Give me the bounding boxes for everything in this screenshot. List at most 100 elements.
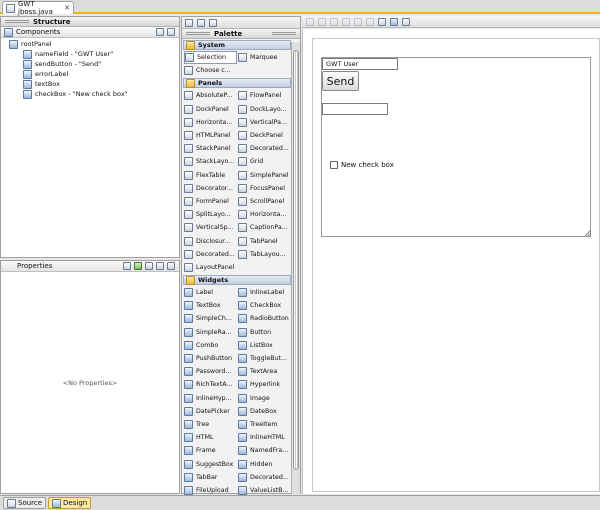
palette-item-radiobutton[interactable]: RadioButton bbox=[238, 312, 291, 325]
palette-item-image[interactable]: Image bbox=[238, 392, 291, 405]
palette-item-layoutpanel[interactable]: LayoutPanel bbox=[184, 261, 237, 274]
palette-item-simplera[interactable]: SimpleRa... bbox=[184, 326, 237, 339]
palette-item-horizonta[interactable]: Horizonta... bbox=[238, 208, 291, 221]
delete-icon[interactable] bbox=[366, 17, 374, 26]
editor-tab[interactable]: GWT jboss.java ✕ bbox=[2, 0, 74, 16]
palette-category-system[interactable]: System bbox=[183, 40, 291, 50]
palette-item-disclosur[interactable]: Disclosur... bbox=[184, 234, 237, 247]
cut-icon[interactable] bbox=[330, 17, 338, 26]
grip-icon[interactable] bbox=[5, 20, 29, 23]
palette-item-tree[interactable]: Tree bbox=[184, 418, 237, 431]
palette-item-dockpanel[interactable]: DockPanel bbox=[184, 103, 237, 116]
refresh-icon[interactable] bbox=[209, 18, 217, 27]
text-box[interactable] bbox=[322, 103, 388, 115]
palette-item-inlinehyp[interactable]: InlineHyp... bbox=[184, 392, 237, 405]
palette-item-frame[interactable]: Frame bbox=[184, 444, 237, 457]
palette-item-listbox[interactable]: ListBox bbox=[238, 339, 291, 352]
palette-item-grid[interactable]: Grid bbox=[238, 155, 291, 168]
palette-item-decorated[interactable]: Decorated... bbox=[238, 142, 291, 155]
palette-item-verticalpa[interactable]: VerticalPa... bbox=[238, 116, 291, 129]
palette-item-datepicker[interactable]: DatePicker bbox=[184, 405, 237, 418]
palette-item-formpanel[interactable]: FormPanel bbox=[184, 195, 237, 208]
grip-icon[interactable] bbox=[272, 32, 296, 35]
undo-icon[interactable] bbox=[306, 17, 314, 26]
palette-item-button[interactable]: Button bbox=[238, 326, 291, 339]
preview-icon[interactable] bbox=[402, 17, 410, 26]
palette-item-decorator[interactable]: Decorator... bbox=[184, 182, 237, 195]
remove-icon[interactable] bbox=[145, 262, 153, 270]
palette-item-simplech[interactable]: SimpleCh... bbox=[184, 312, 237, 325]
palette-item-htmlpanel[interactable]: HTMLPanel bbox=[184, 129, 237, 142]
palette-item-verticalsp[interactable]: VerticalSp... bbox=[184, 221, 237, 234]
palette-item-inlinehtml[interactable]: InlineHTML bbox=[238, 431, 291, 444]
send-button[interactable]: Send bbox=[322, 71, 359, 91]
palette-item-tabpanel[interactable]: TabPanel bbox=[238, 234, 291, 247]
design-tab[interactable]: Design bbox=[48, 497, 92, 509]
palette-item-checkbox[interactable]: CheckBox bbox=[238, 299, 291, 312]
palette-item-treeitem[interactable]: TreeItem bbox=[238, 418, 291, 431]
palette-item-focuspanel[interactable]: FocusPanel bbox=[238, 182, 291, 195]
layout-icon[interactable] bbox=[197, 18, 205, 27]
globe-icon[interactable] bbox=[390, 17, 398, 26]
resize-handle-icon[interactable] bbox=[585, 230, 591, 236]
palette-item-namedfra[interactable]: NamedFra... bbox=[238, 444, 291, 457]
tree-item[interactable]: textBox bbox=[1, 79, 179, 89]
palette-item-absolutep[interactable]: AbsoluteP... bbox=[184, 89, 237, 102]
palette-item-inlinelabel[interactable]: InlineLabel bbox=[238, 286, 291, 299]
new-check-box[interactable]: New check box bbox=[330, 161, 394, 169]
palette-item-datebox[interactable]: DateBox bbox=[238, 405, 291, 418]
expand-all-icon[interactable] bbox=[156, 28, 164, 36]
palette-item-choose-c[interactable]: Choose c... bbox=[184, 64, 237, 77]
palette-category-widgets[interactable]: Widgets bbox=[183, 275, 291, 285]
palette-item-flowpanel[interactable]: FlowPanel bbox=[238, 89, 291, 102]
root-panel[interactable] bbox=[321, 57, 591, 237]
tree-item[interactable]: checkBox - "New check box" bbox=[1, 89, 179, 99]
test-preview-icon[interactable] bbox=[185, 18, 193, 27]
add-icon[interactable] bbox=[134, 262, 142, 270]
collapse-all-icon[interactable] bbox=[167, 28, 175, 36]
palette-item-hidden[interactable]: Hidden bbox=[238, 457, 291, 470]
show-events-icon[interactable] bbox=[123, 262, 131, 270]
palette-category-panels[interactable]: Panels bbox=[183, 78, 291, 89]
palette-item-richtexta[interactable]: RichTextA... bbox=[184, 378, 237, 391]
palette-item-textarea[interactable]: TextArea bbox=[238, 365, 291, 378]
properties-icon[interactable] bbox=[378, 17, 386, 26]
palette-item-simplepanel[interactable]: SimplePanel bbox=[238, 169, 291, 182]
palette-item-textbox[interactable]: TextBox bbox=[184, 299, 237, 312]
tree-item[interactable]: rootPanel bbox=[1, 39, 179, 49]
palette-item-suggestbox[interactable]: SuggestBox bbox=[184, 457, 237, 470]
palette-item-decorated[interactable]: Decorated... bbox=[238, 471, 291, 484]
tree-item[interactable]: errorLabel bbox=[1, 69, 179, 79]
palette-item-decorated[interactable]: Decorated... bbox=[184, 248, 237, 261]
palette-item-combo[interactable]: Combo bbox=[184, 339, 237, 352]
name-field[interactable]: GWT User bbox=[322, 58, 398, 70]
palette-item-stacklayo[interactable]: StackLayo... bbox=[184, 155, 237, 168]
palette-item-pushbutton[interactable]: PushButton bbox=[184, 352, 237, 365]
palette-scrollbar[interactable] bbox=[291, 42, 300, 494]
palette-item-html[interactable]: HTML bbox=[184, 431, 237, 444]
palette-item-splitlayo[interactable]: SplitLayo... bbox=[184, 208, 237, 221]
tree-item[interactable]: nameField - "GWT User" bbox=[1, 49, 179, 59]
palette-item-label[interactable]: Label bbox=[184, 286, 237, 299]
palette-item-hyperlink[interactable]: Hyperlink bbox=[238, 378, 291, 391]
copy-icon[interactable] bbox=[342, 17, 350, 26]
tree-item[interactable]: sendButton - "Send" bbox=[1, 59, 179, 69]
menu-icon[interactable] bbox=[167, 262, 175, 270]
palette-item-captionpa[interactable]: CaptionPa... bbox=[238, 221, 291, 234]
palette-item-tabbar[interactable]: TabBar bbox=[184, 471, 237, 484]
grip-icon[interactable] bbox=[186, 32, 210, 35]
paste-icon[interactable] bbox=[354, 17, 362, 26]
palette-item-stackpanel[interactable]: StackPanel bbox=[184, 142, 237, 155]
close-icon[interactable]: ✕ bbox=[64, 4, 70, 12]
palette-item-marquee[interactable]: Marquee bbox=[238, 51, 291, 64]
palette-item-flextable[interactable]: FlexTable bbox=[184, 169, 237, 182]
palette-item-deckpanel[interactable]: DeckPanel bbox=[238, 129, 291, 142]
palette-item-togglebut[interactable]: ToggleBut... bbox=[238, 352, 291, 365]
palette-item-password[interactable]: Password... bbox=[184, 365, 237, 378]
palette-item-scrollpanel[interactable]: ScrollPanel bbox=[238, 195, 291, 208]
source-tab[interactable]: Source bbox=[3, 497, 47, 509]
scrollbar-thumb[interactable] bbox=[293, 50, 299, 470]
palette-item-selection[interactable]: Selection bbox=[184, 51, 237, 65]
categories-icon[interactable] bbox=[156, 262, 164, 270]
redo-icon[interactable] bbox=[318, 17, 326, 26]
